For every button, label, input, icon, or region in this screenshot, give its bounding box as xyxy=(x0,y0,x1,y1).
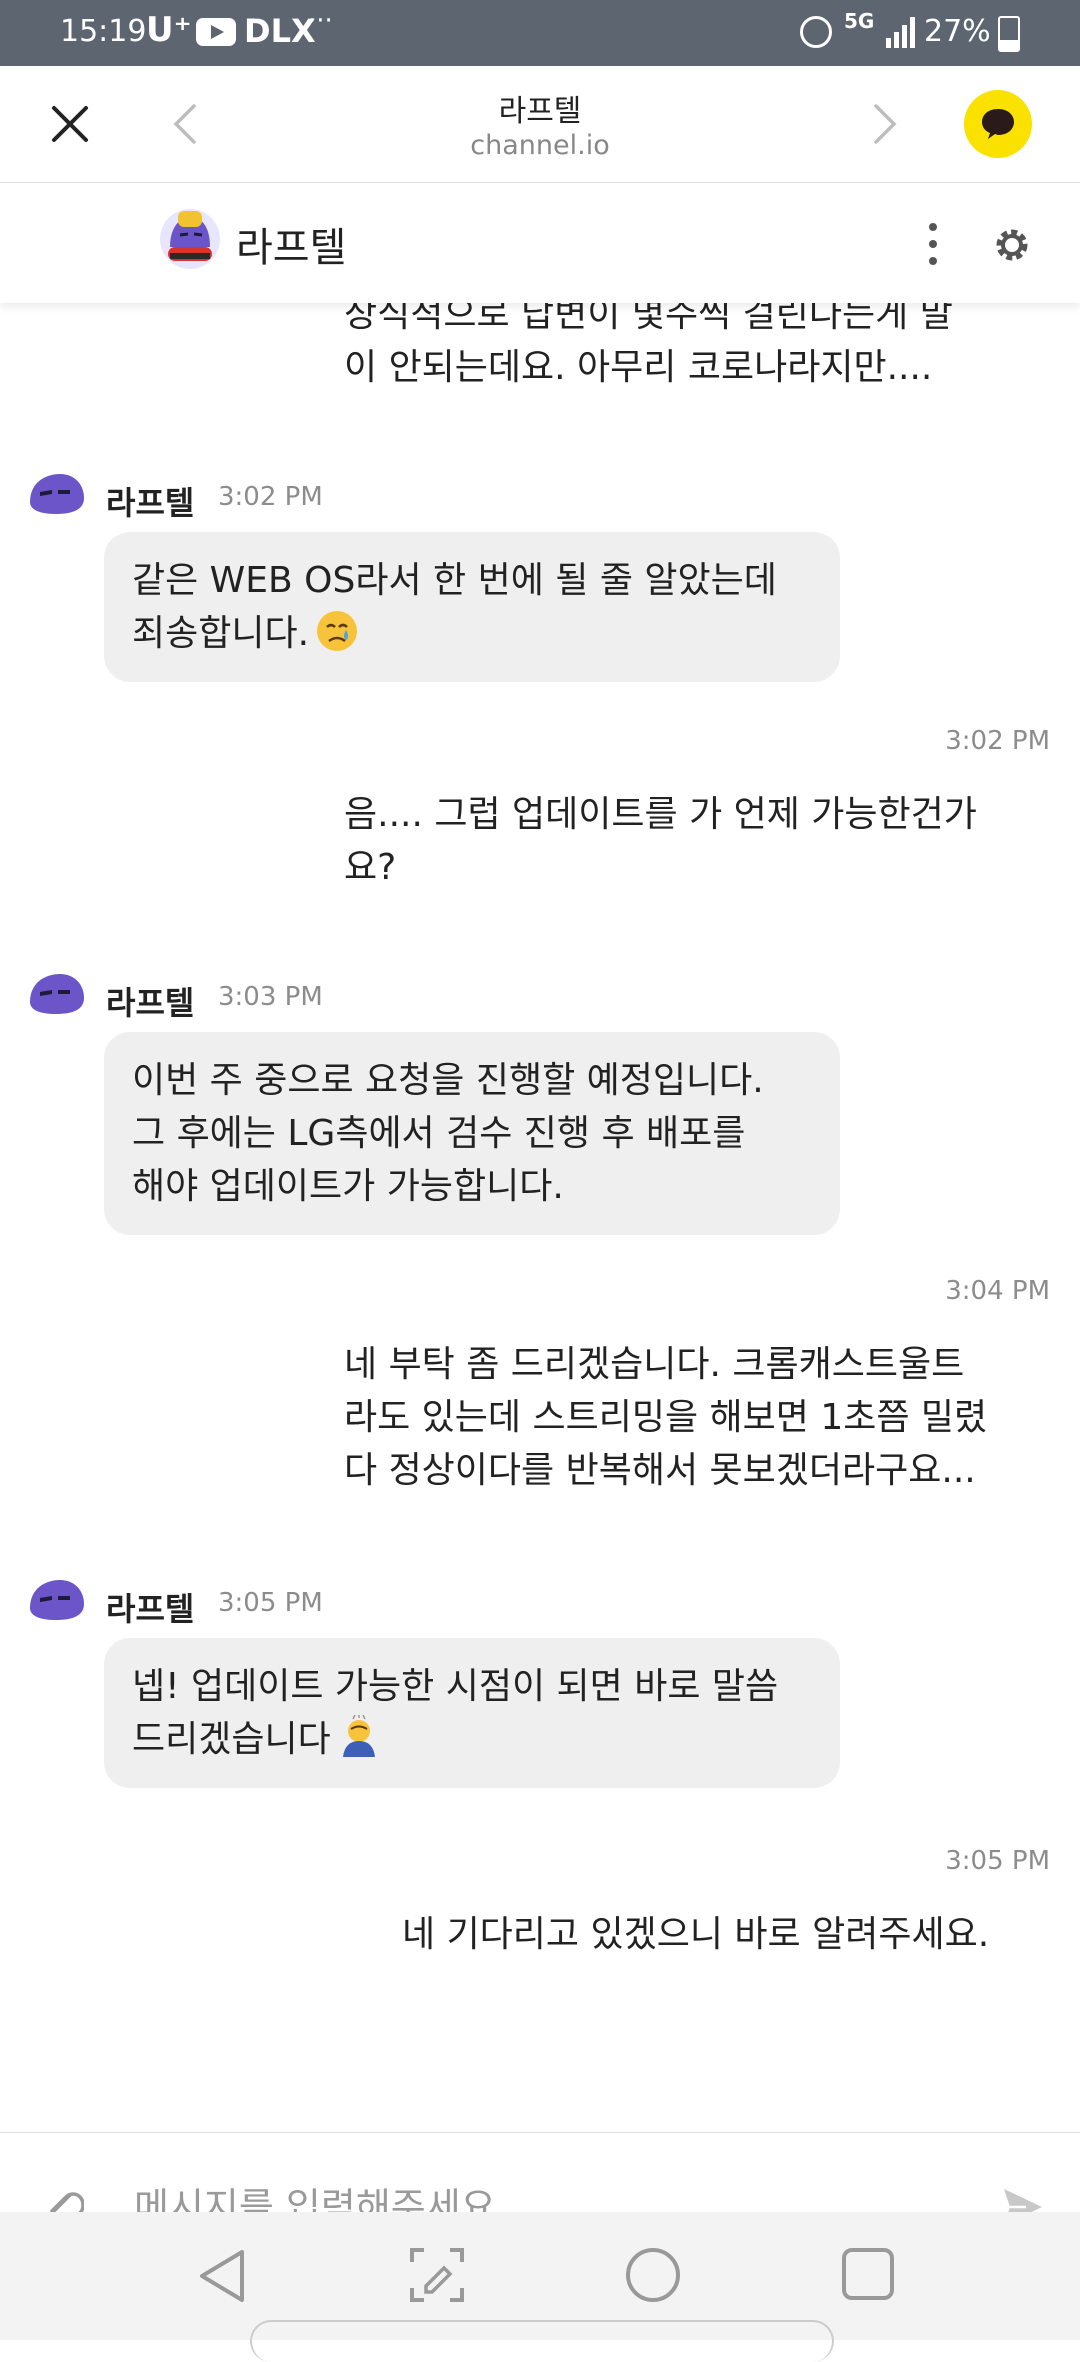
chat-area[interactable]: 상식적으로 답변이 몇주씩 걸린다는게 말 이 안되는데요. 아무리 코로나라지… xyxy=(0,66,1080,2340)
youtube-icon xyxy=(196,18,236,46)
bot-avatar xyxy=(30,974,84,1014)
bot-message-bubble: 이번 주 중으로 요청을 진행할 예정입니다. 그 후에는 LG측에서 검수 진… xyxy=(104,1032,840,1235)
bot-avatar xyxy=(30,1580,84,1620)
bot-avatar xyxy=(30,474,84,514)
carrier-logo: U⁺ xyxy=(146,10,192,50)
message-time: 3:02 PM xyxy=(218,482,323,512)
crying-face-icon xyxy=(317,611,358,651)
gear-icon[interactable] xyxy=(990,223,1034,267)
bowing-person-icon xyxy=(342,1715,375,1757)
nav-back-icon[interactable] xyxy=(194,2246,250,2306)
user-message: 상식적으로 답변이 몇주씩 걸린다는게 말 이 안되는데요. 아무리 코로나라지… xyxy=(344,294,953,388)
message-time: 3:03 PM xyxy=(218,982,323,1012)
gesture-handle[interactable] xyxy=(250,2320,834,2362)
chat-bubble-icon xyxy=(982,109,1014,139)
page-url: channel.io xyxy=(470,130,610,161)
channel-header: 라프텔 xyxy=(0,183,1080,303)
message-time: 3:02 PM xyxy=(945,726,1050,756)
android-nav-bar xyxy=(0,2212,1080,2362)
bot-message-text: 같은 WEB OS라서 한 번에 될 줄 알았는데 죄송합니다. xyxy=(132,560,777,654)
bot-message-bubble: 같은 WEB OS라서 한 번에 될 줄 알았는데 죄송합니다. xyxy=(104,532,840,682)
browser-header: 라프텔 channel.io xyxy=(0,66,1080,183)
user-message: 네 기다리고 있겠으니 바로 알려주세요. xyxy=(402,1914,990,1955)
status-time: 15:19 xyxy=(60,14,147,49)
message-time: 3:04 PM xyxy=(945,1276,1050,1306)
channel-name: 라프텔 xyxy=(236,225,347,271)
kakao-chat-button[interactable] xyxy=(964,90,1032,158)
chevron-right-icon[interactable] xyxy=(862,102,906,146)
bot-message-text: 넵! 업데이트 가능한 시점이 되면 바로 말씀 드리겠습니다 xyxy=(132,1666,779,1760)
screen-capture-icon[interactable] xyxy=(408,2246,466,2304)
more-vertical-icon[interactable] xyxy=(918,219,948,269)
bot-name: 라프텔 xyxy=(106,984,195,1022)
status-bar: 15:19 U⁺ DLX ··· 5G 27% xyxy=(0,0,1080,66)
bot-name: 라프텔 xyxy=(106,1590,195,1628)
battery-icon xyxy=(998,16,1020,52)
channel-avatar[interactable] xyxy=(158,207,222,271)
message-time: 3:05 PM xyxy=(218,1588,323,1618)
alarm-icon xyxy=(800,16,832,48)
nav-home-icon[interactable] xyxy=(624,2246,682,2304)
user-message: 네 부탁 좀 드리겠습니다. 크롬캐스트울트 라도 있는데 스트리밍을 해보면 … xyxy=(344,1344,988,1491)
nav-recent-apps-icon[interactable] xyxy=(840,2246,896,2302)
bot-message-bubble: 넵! 업데이트 가능한 시점이 되면 바로 말씀 드리겠습니다 xyxy=(104,1638,840,1788)
network-type: 5G xyxy=(844,9,875,33)
bot-message-text: 이번 주 중으로 요청을 진행할 예정입니다. 그 후에는 LG측에서 검수 진… xyxy=(132,1060,764,1207)
message-time: 3:05 PM xyxy=(945,1846,1050,1876)
page-title: 라프텔 xyxy=(498,94,582,129)
bot-name: 라프텔 xyxy=(106,484,195,522)
signal-icon xyxy=(886,17,915,48)
battery-percent: 27% xyxy=(924,14,991,49)
more-notifications-icon: ··· xyxy=(308,6,333,36)
user-message: 음.... 그럽 업데이트를 가 언제 가능한건가 요? xyxy=(344,794,977,888)
browser-sheet: 상식적으로 답변이 몇주씩 걸린다는게 말 이 안되는데요. 아무리 코로나라지… xyxy=(0,66,1080,2362)
dlx-logo: DLX xyxy=(244,12,316,50)
